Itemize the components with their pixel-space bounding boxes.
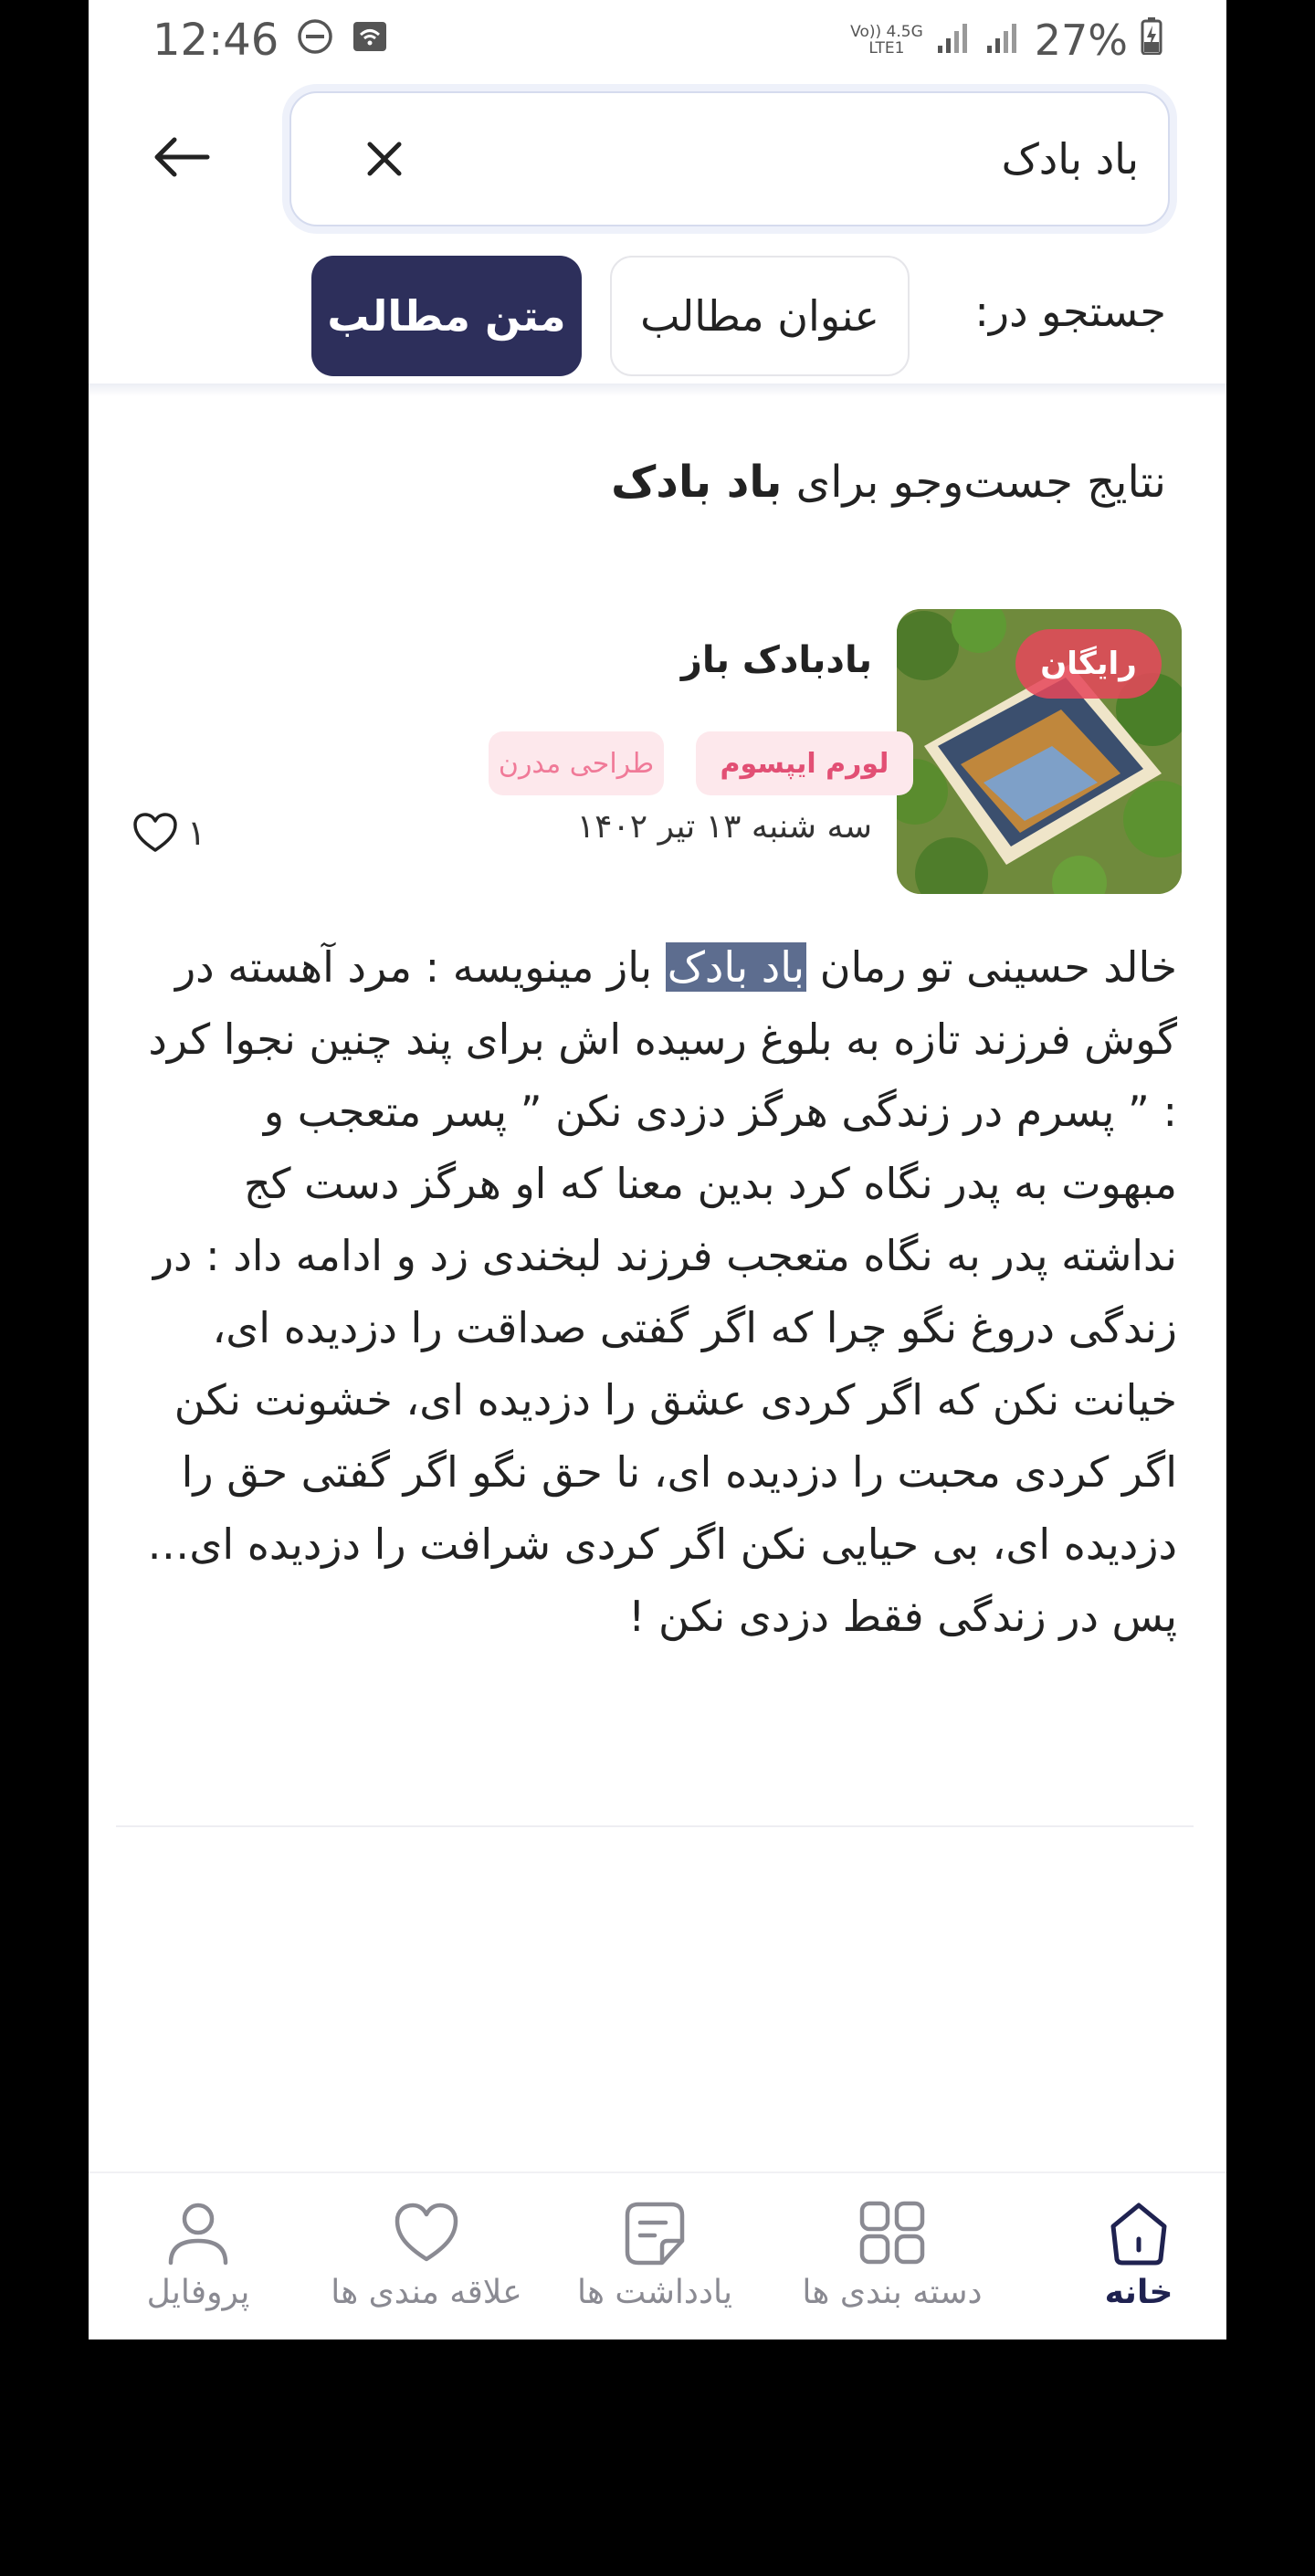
search-highlight: باد بادک bbox=[665, 942, 807, 992]
article-thumbnail[interactable]: رایگان bbox=[897, 609, 1182, 894]
nav-item-home[interactable]: خانه bbox=[1075, 2173, 1203, 2339]
search-input[interactable] bbox=[445, 93, 1139, 225]
close-icon bbox=[367, 142, 402, 176]
like-button[interactable]: ۱ bbox=[132, 805, 215, 860]
nav-item-categories[interactable]: دسته بندی ها bbox=[783, 2173, 1002, 2339]
excerpt-text: باز مینویسه : مرد آهسته در گوش فرزند تاز… bbox=[147, 942, 1177, 1641]
app-screen: 12:46 Vo)) 4.5G LTE1 27% باد بادک جستجو … bbox=[89, 0, 1226, 2339]
excerpt-text: خالد حسینی تو رمان bbox=[806, 942, 1177, 992]
nav-label: خانه bbox=[1104, 2274, 1173, 2311]
signal-icon bbox=[985, 16, 1022, 65]
free-badge: رایگان bbox=[1015, 629, 1162, 699]
wifi-calling-icon bbox=[352, 15, 388, 66]
heart-icon bbox=[133, 813, 177, 852]
user-icon bbox=[168, 2203, 228, 2266]
article-title[interactable]: بادبادک باز bbox=[681, 639, 872, 681]
network-type: Vo)) 4.5G LTE1 bbox=[850, 23, 923, 58]
signal-icon bbox=[936, 16, 973, 65]
filter-chip-body-text[interactable]: متن مطالب bbox=[311, 256, 582, 376]
nav-label: علاقه مندی ها bbox=[331, 2274, 522, 2311]
battery-charging-icon bbox=[1141, 16, 1162, 65]
arrow-left-icon bbox=[154, 137, 210, 177]
results-heading-query: باد بادک bbox=[611, 457, 783, 508]
clock: 12:46 bbox=[153, 15, 279, 66]
bottom-navigation: خانه دسته بندی ها یادداشت ها علاقه مندی … bbox=[89, 2171, 1226, 2339]
battery-percent: 27% bbox=[1034, 16, 1128, 65]
nav-label: دسته بندی ها bbox=[802, 2274, 983, 2311]
dnd-icon bbox=[297, 15, 333, 66]
article-tag[interactable]: لورم ایپسوم bbox=[696, 731, 913, 795]
nav-item-profile[interactable]: پروفایل bbox=[134, 2173, 262, 2339]
status-left: 12:46 bbox=[153, 15, 388, 66]
search-scope-label: جستجو در: bbox=[974, 287, 1166, 336]
nav-label: یادداشت ها bbox=[577, 2274, 732, 2311]
nav-item-favorites[interactable]: علاقه مندی ها bbox=[317, 2173, 536, 2339]
search-box bbox=[289, 91, 1170, 226]
status-bar: 12:46 Vo)) 4.5G LTE1 27% bbox=[89, 0, 1226, 80]
status-right: Vo)) 4.5G LTE1 27% bbox=[850, 16, 1162, 65]
nav-item-notes[interactable]: یادداشت ها bbox=[563, 2173, 746, 2339]
heart-icon bbox=[394, 2203, 458, 2262]
filter-chip-titles[interactable]: عنوان مطالب bbox=[610, 256, 910, 376]
header-divider bbox=[89, 384, 1226, 396]
back-arrow-button[interactable] bbox=[151, 126, 213, 188]
nav-label: پروفایل bbox=[146, 2274, 250, 2311]
article-tag[interactable]: طراحی مدرن bbox=[489, 731, 664, 795]
card-divider bbox=[116, 1825, 1194, 1827]
results-heading-prefix: نتایج جست‌وجو برای bbox=[795, 457, 1166, 508]
results-heading: نتایج جست‌وجو برای باد بادک bbox=[344, 457, 1166, 508]
like-count: ۱ bbox=[187, 813, 206, 853]
article-date: سه شنبه ۱۳ تیر ۱۴۰۲ bbox=[576, 808, 872, 846]
article-excerpt[interactable]: خالد حسینی تو رمان باد بادک باز مینویسه … bbox=[145, 931, 1177, 1653]
grid-icon bbox=[859, 2201, 925, 2265]
home-icon bbox=[1110, 2203, 1167, 2266]
clear-search-button[interactable] bbox=[359, 133, 410, 184]
note-icon bbox=[625, 2202, 685, 2266]
